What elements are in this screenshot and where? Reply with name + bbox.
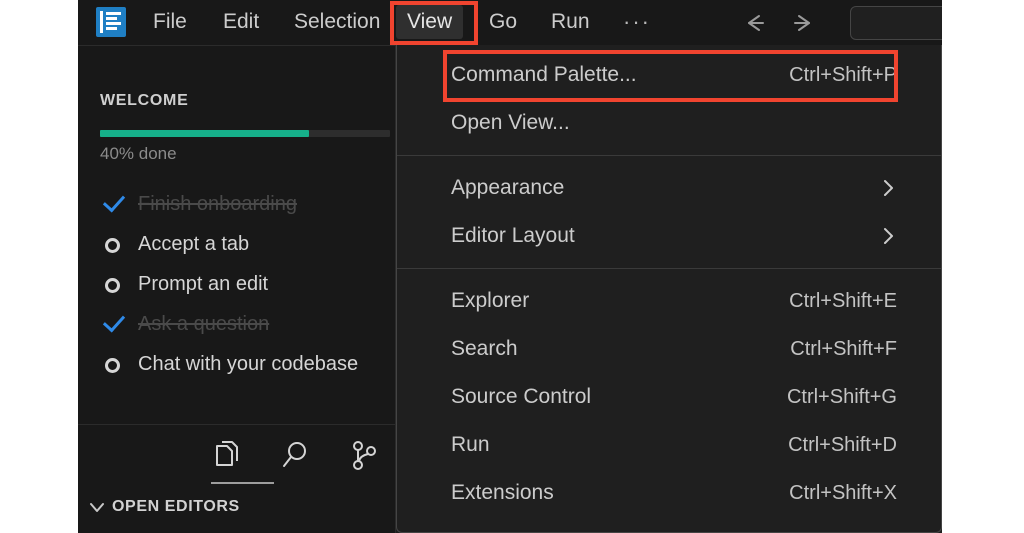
chevron-down-icon xyxy=(86,493,108,521)
activity-bar xyxy=(78,424,395,487)
menu-item-label: Search xyxy=(451,325,518,373)
checklist-item-label: Accept a tab xyxy=(138,224,249,264)
vscode-logo-icon xyxy=(96,7,126,37)
chevron-right-icon xyxy=(879,212,899,260)
check-icon xyxy=(100,184,128,224)
menubar-item-selection[interactable]: Selection xyxy=(283,5,391,39)
checklist-item-accept-a-tab[interactable]: Accept a tab xyxy=(100,224,400,264)
screenshot-root: File Edit Selection View Go Run ··· xyxy=(0,0,1024,533)
menu-separator xyxy=(397,155,941,156)
menu-item-search[interactable]: Search Ctrl+Shift+F xyxy=(397,325,941,373)
explorer-files-icon[interactable] xyxy=(205,435,251,477)
menu-item-shortcut: Ctrl+Shift+F xyxy=(790,325,897,373)
checklist-item-ask-a-question[interactable]: Ask a question xyxy=(100,304,400,344)
arrow-right-icon[interactable] xyxy=(786,9,820,37)
checklist-item-chat-with-your-codebase[interactable]: Chat with your codebase xyxy=(100,344,400,384)
checklist-item-finish-onboarding[interactable]: Finish onboarding xyxy=(100,184,400,224)
menu-item-label: Appearance xyxy=(451,164,564,212)
menu-item-label: Editor Layout xyxy=(451,212,575,260)
title-bar: File Edit Selection View Go Run ··· xyxy=(78,0,942,46)
vscode-window: File Edit Selection View Go Run ··· xyxy=(78,0,942,533)
check-icon xyxy=(100,304,128,344)
checklist-item-label: Prompt an edit xyxy=(138,264,268,304)
welcome-section-title: WELCOME xyxy=(100,92,188,110)
checklist-item-label: Finish onboarding xyxy=(138,184,297,224)
view-dropdown-menu: Command Palette... Ctrl+Shift+P Open Vie… xyxy=(396,45,942,533)
sidebar: WELCOME 40% done Finish onboarding Accep… xyxy=(78,46,396,533)
search-icon[interactable] xyxy=(273,435,319,477)
menu-item-shortcut: Ctrl+Shift+P xyxy=(789,51,897,99)
arrow-left-icon[interactable] xyxy=(738,9,772,37)
menu-item-editor-layout[interactable]: Editor Layout xyxy=(397,212,941,260)
open-editors-label: OPEN EDITORS xyxy=(112,493,240,521)
menu-item-label: Command Palette... xyxy=(451,51,637,99)
checklist-item-label: Ask a question xyxy=(138,304,269,344)
onboarding-progress-fill xyxy=(100,130,309,137)
onboarding-progress-bar xyxy=(100,130,390,137)
menu-separator xyxy=(397,268,941,269)
menubar-item-go[interactable]: Go xyxy=(478,5,528,39)
menu-item-open-view[interactable]: Open View... xyxy=(397,99,941,147)
chevron-right-icon xyxy=(879,164,899,212)
onboarding-checklist: Finish onboarding Accept a tab Prompt an… xyxy=(100,184,400,384)
menu-item-command-palette[interactable]: Command Palette... Ctrl+Shift+P xyxy=(397,51,941,99)
circle-icon xyxy=(100,264,128,304)
menu-item-shortcut: Ctrl+Shift+E xyxy=(789,277,897,325)
menubar-item-edit[interactable]: Edit xyxy=(212,5,270,39)
menu-item-shortcut: Ctrl+Shift+G xyxy=(787,373,897,421)
menu-item-shortcut: Ctrl+Shift+X xyxy=(789,469,897,517)
active-activity-indicator xyxy=(211,482,274,484)
checklist-item-prompt-an-edit[interactable]: Prompt an edit xyxy=(100,264,400,304)
menu-item-label: Run xyxy=(451,421,490,469)
menu-item-label: Source Control xyxy=(451,373,591,421)
onboarding-progress-label: 40% done xyxy=(100,144,177,164)
checklist-item-label: Chat with your codebase xyxy=(138,344,358,384)
menu-item-source-control[interactable]: Source Control Ctrl+Shift+G xyxy=(397,373,941,421)
menubar-item-view[interactable]: View xyxy=(396,5,463,39)
menu-item-extensions[interactable]: Extensions Ctrl+Shift+X xyxy=(397,469,941,517)
menubar-item-file[interactable]: File xyxy=(142,5,198,39)
menubar-item-more[interactable]: ··· xyxy=(612,5,662,39)
menu-item-label: Extensions xyxy=(451,469,554,517)
source-control-icon[interactable] xyxy=(341,435,387,477)
menu-item-label: Explorer xyxy=(451,277,529,325)
menu-item-appearance[interactable]: Appearance xyxy=(397,164,941,212)
circle-icon xyxy=(100,344,128,384)
menu-item-shortcut: Ctrl+Shift+D xyxy=(788,421,897,469)
menu-item-label: Open View... xyxy=(451,99,570,147)
circle-icon xyxy=(100,224,128,264)
menu-item-explorer[interactable]: Explorer Ctrl+Shift+E xyxy=(397,277,941,325)
menubar-item-run[interactable]: Run xyxy=(540,5,601,39)
search-input[interactable] xyxy=(850,6,942,40)
menu-item-run[interactable]: Run Ctrl+Shift+D xyxy=(397,421,941,469)
